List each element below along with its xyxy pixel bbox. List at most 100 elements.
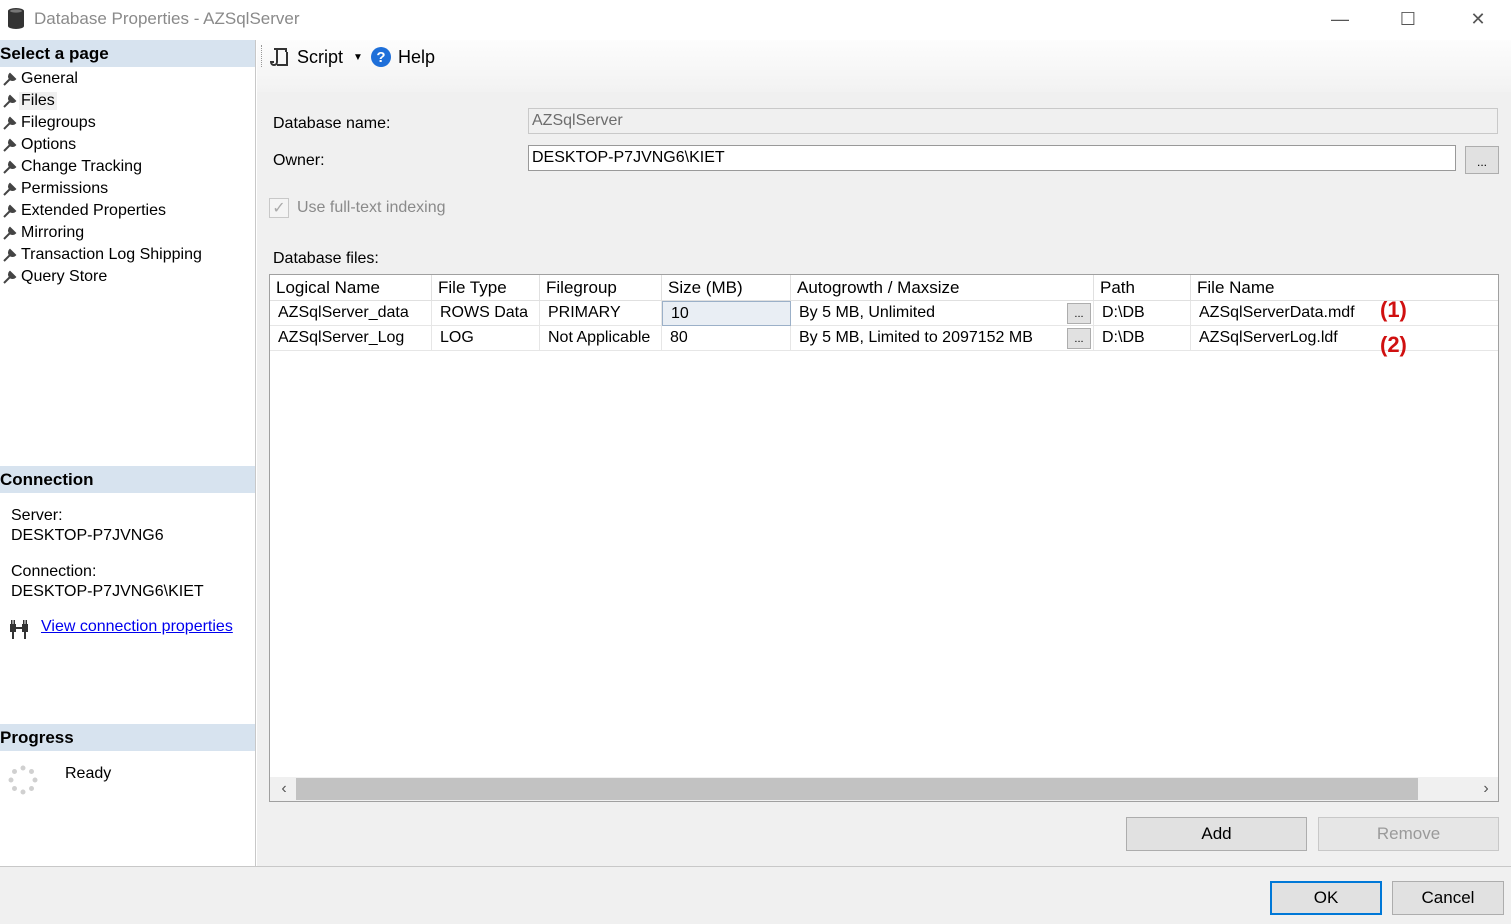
owner-label: Owner: (273, 152, 325, 169)
script-icon (269, 48, 288, 66)
sidebar-item-change-tracking[interactable]: Change Tracking (0, 156, 255, 178)
owner-browse-button[interactable]: ... (1465, 146, 1499, 174)
column-header-file-name[interactable]: File Name (1191, 275, 1498, 301)
sidebar-item-files[interactable]: Files (0, 90, 255, 112)
database-name-field[interactable] (528, 108, 1498, 134)
wrench-icon (0, 269, 19, 285)
cell-logical-name[interactable]: AZSqlServer_data (270, 301, 432, 326)
server-label: Server: (11, 507, 63, 524)
autogrowth-text: By 5 MB, Limited to 2097152 MB (799, 329, 1033, 346)
help-button[interactable]: ? Help (370, 44, 435, 70)
cell-path[interactable]: D:\DB (1094, 326, 1191, 351)
sidebar-item-label: Transaction Log Shipping (21, 246, 202, 263)
cell-filegroup: PRIMARY (540, 301, 662, 326)
sidebar-item-mirroring[interactable]: Mirroring (0, 222, 255, 244)
database-files-label: Database files: (273, 250, 379, 267)
dialog-footer: OK Cancel (0, 866, 1511, 924)
wrench-icon (0, 181, 19, 197)
view-connection-properties-link[interactable]: View connection properties (41, 618, 233, 636)
column-header-size[interactable]: Size (MB) (662, 275, 791, 301)
cell-file-name[interactable]: AZSqlServerLog.ldf (1191, 326, 1498, 351)
scroll-right-icon[interactable]: › (1474, 777, 1498, 801)
connection-plug-icon (10, 620, 28, 639)
owner-field[interactable] (528, 145, 1456, 171)
connection-header: Connection (0, 466, 255, 493)
sidebar-item-label: Options (21, 136, 77, 153)
horizontal-scrollbar[interactable]: ‹ › (270, 777, 1498, 801)
cell-file-name[interactable]: AZSqlServerData.mdf (1191, 301, 1498, 326)
connection-value: DESKTOP-P7JVNG6\KIET (11, 583, 204, 600)
sidebar-item-transaction-log-shipping[interactable]: Transaction Log Shipping (0, 244, 255, 266)
close-icon: ✕ (1470, 8, 1486, 29)
add-button[interactable]: Add (1126, 817, 1307, 851)
cell-path[interactable]: D:\DB (1094, 301, 1191, 326)
help-icon: ? (371, 47, 391, 67)
autogrowth-edit-button[interactable]: ... (1067, 303, 1091, 324)
annotation-1: (1) (1380, 297, 1407, 322)
sidebar-item-query-store[interactable]: Query Store (0, 266, 255, 288)
server-value: DESKTOP-P7JVNG6 (11, 527, 164, 544)
svg-text:?: ? (376, 49, 385, 66)
wrench-icon (0, 225, 19, 241)
fulltext-indexing-label: Use full-text indexing (297, 199, 446, 216)
fulltext-indexing-checkbox-row: ✓ Use full-text indexing (269, 198, 446, 218)
script-dropdown-button[interactable]: ▼ (353, 44, 363, 70)
autogrowth-edit-button[interactable]: ... (1067, 328, 1091, 349)
sidebar-item-label: Permissions (21, 180, 109, 197)
toolbar: Script ▼ ? Help (257, 40, 1511, 92)
cell-file-type: LOG (432, 326, 540, 351)
wrench-icon (0, 71, 19, 87)
cancel-button[interactable]: Cancel (1392, 881, 1504, 915)
cell-size[interactable]: 80 (662, 326, 791, 351)
cell-size[interactable]: 10 (662, 301, 791, 326)
cell-logical-name[interactable]: AZSqlServer_Log (270, 326, 432, 351)
sidebar-item-options[interactable]: Options (0, 134, 255, 156)
ok-button[interactable]: OK (1270, 881, 1382, 915)
wrench-icon (0, 137, 19, 153)
wrench-icon (0, 159, 19, 175)
column-header-autogrowth[interactable]: Autogrowth / Maxsize (791, 275, 1094, 301)
sidebar-item-label: Files (19, 92, 57, 110)
sidebar-item-general[interactable]: General (0, 68, 255, 90)
wrench-icon (0, 247, 19, 263)
cell-filegroup: Not Applicable (540, 326, 662, 351)
sidebar-item-label: General (21, 70, 78, 87)
progress-status: Ready (65, 765, 112, 782)
table-row[interactable]: AZSqlServer_data ROWS Data PRIMARY 10 By… (270, 301, 1498, 326)
table-row[interactable]: AZSqlServer_Log LOG Not Applicable 80 By… (270, 326, 1498, 351)
maximize-button[interactable]: ☐ (1378, 0, 1438, 38)
grid-header: Logical Name File Type Filegroup Size (M… (270, 275, 1498, 301)
script-button[interactable]: Script (269, 44, 343, 70)
column-header-filegroup[interactable]: Filegroup (540, 275, 662, 301)
database-name-label: Database name: (273, 115, 391, 132)
sidebar: Select a page General Files Filegroups O… (0, 40, 256, 866)
wrench-icon (0, 203, 19, 219)
column-header-logical-name[interactable]: Logical Name (270, 275, 432, 301)
sidebar-item-label: Query Store (21, 268, 108, 285)
dropdown-arrow-icon: ▼ (353, 51, 363, 63)
progress-spinner-icon (8, 765, 38, 795)
sidebar-item-label: Change Tracking (21, 158, 142, 175)
toolbar-grip (261, 45, 264, 67)
connection-label: Connection: (11, 563, 97, 580)
title-bar: Database Properties - AZSqlServer — ☐ ✕ (0, 0, 1511, 38)
sidebar-item-label: Filegroups (21, 114, 96, 131)
scrollbar-thumb[interactable] (296, 778, 1418, 800)
close-button[interactable]: ✕ (1448, 0, 1508, 38)
remove-button[interactable]: Remove (1318, 817, 1499, 851)
minimize-icon: — (1331, 8, 1349, 29)
autogrowth-text: By 5 MB, Unlimited (799, 304, 936, 321)
fulltext-indexing-checkbox[interactable]: ✓ (269, 198, 289, 218)
sidebar-item-label: Extended Properties (21, 202, 166, 219)
minimize-button[interactable]: — (1310, 0, 1370, 38)
sidebar-item-filegroups[interactable]: Filegroups (0, 112, 255, 134)
main-panel: Database name: Owner: ... ✓ Use full-tex… (257, 92, 1511, 866)
column-header-file-type[interactable]: File Type (432, 275, 540, 301)
wrench-icon (0, 115, 19, 131)
column-header-path[interactable]: Path (1094, 275, 1191, 301)
database-files-grid: Logical Name File Type Filegroup Size (M… (269, 274, 1499, 802)
script-label: Script (297, 46, 344, 67)
sidebar-item-extended-properties[interactable]: Extended Properties (0, 200, 255, 222)
sidebar-item-permissions[interactable]: Permissions (0, 178, 255, 200)
scroll-left-icon[interactable]: ‹ (272, 777, 296, 801)
